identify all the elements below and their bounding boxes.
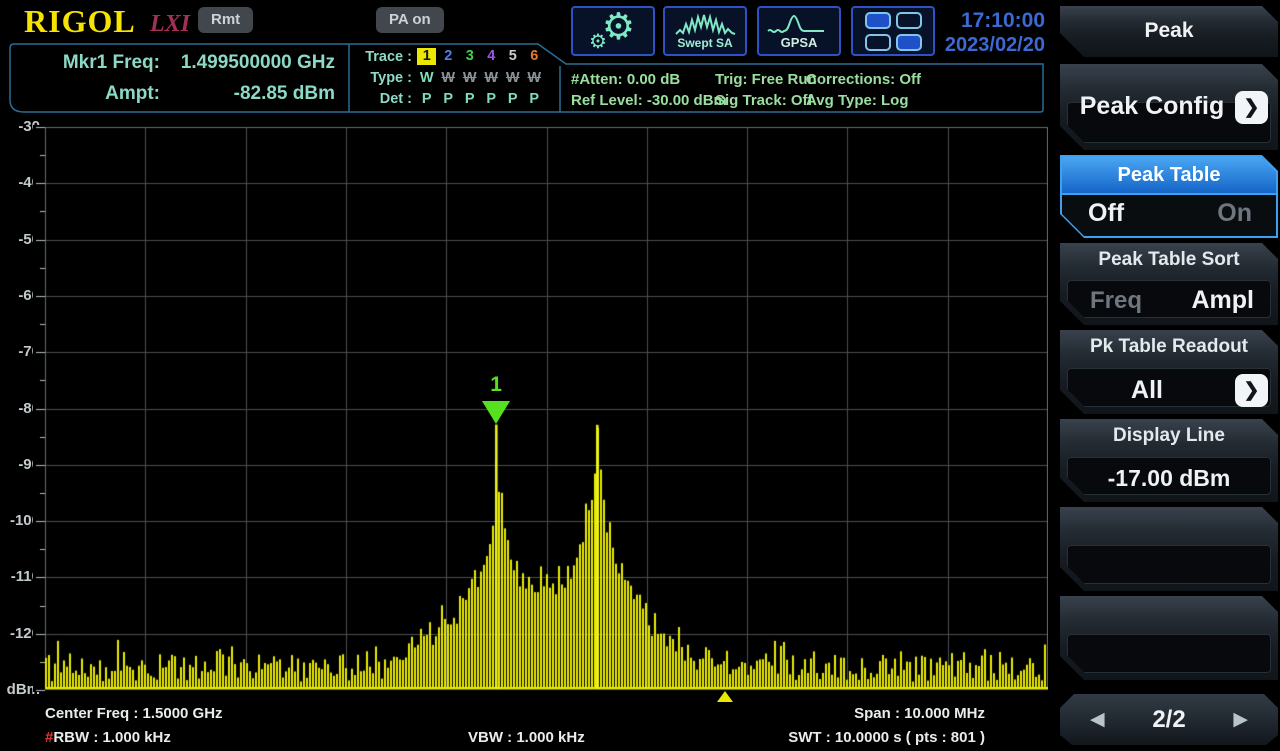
swt-readout: SWT : 10.0000 s ( pts : 801 ): [788, 729, 985, 746]
menu-title-label: Peak: [1060, 19, 1278, 43]
trace-det: P: [438, 91, 460, 107]
softkey-menu: Peak Peak Config ❯ Peak Table Off On Pea…: [1058, 0, 1280, 751]
sort-ampl-option[interactable]: Ampl: [1192, 286, 1255, 315]
corrections-readout: Corrections: Off: [806, 69, 921, 90]
trace-row-label: Trace :: [352, 49, 416, 65]
trace-type: W: [524, 70, 546, 86]
softkey-blank-2: [1060, 596, 1278, 680]
peak-config-label: Peak Config: [1060, 92, 1244, 121]
softkey-peak-table[interactable]: Peak Table Off On: [1060, 155, 1278, 238]
vbw-readout: VBW : 1.000 kHz: [468, 729, 585, 746]
settings-button[interactable]: ⚙ ⚙: [571, 6, 655, 56]
trace-type: W: [438, 70, 460, 86]
rigol-logo: RIGOL: [24, 3, 136, 40]
swept-sa-label: Swept SA: [677, 37, 732, 50]
trace-det: P: [502, 91, 524, 107]
trace-detectors: PPPPPP: [416, 91, 545, 107]
spectrum-plot: [33, 125, 1048, 692]
prev-page-icon[interactable]: ◀: [1090, 708, 1105, 731]
marker-1-triangle-icon[interactable]: [482, 401, 510, 424]
gpsa-label: GPSA: [781, 36, 818, 49]
settings-panel: #Atten: 0.00 dB Ref Level: -30.00 dBm Tr…: [563, 66, 1046, 112]
trace-type: W: [416, 70, 438, 86]
trace-det: P: [524, 91, 546, 107]
remote-badge[interactable]: Rmt: [198, 7, 253, 33]
marker-freq-value: 1.499500000 GHz: [160, 52, 347, 77]
spectrum-analyzer-screen: RIGOL LXI Rmt PA on Mkr1 Freq: 1.4995000…: [0, 0, 1280, 751]
pk-table-readout-header: Pk Table Readout: [1060, 336, 1278, 358]
sort-freq-option[interactable]: Freq: [1090, 287, 1142, 315]
trace-number[interactable]: 2: [438, 48, 460, 65]
menu-page-nav[interactable]: ◀ 2/2 ▶: [1060, 694, 1278, 745]
next-page-icon[interactable]: ▶: [1233, 708, 1248, 731]
trace-numbers[interactable]: 123456: [416, 48, 545, 65]
trace-number[interactable]: 1: [416, 48, 438, 65]
center-freq-readout: Center Freq : 1.5000 GHz: [45, 705, 223, 722]
rbw-readout: #RBW : 1.000 kHz: [45, 729, 171, 746]
trace-det: P: [416, 91, 438, 107]
lxi-logo: LXI: [150, 11, 190, 38]
ref-level-readout: Ref Level: -30.00 dBm: [571, 90, 727, 111]
trace-type: W: [502, 70, 524, 86]
spectrum-canvas: [33, 125, 1048, 692]
avg-type-readout: Avg Type: Log: [806, 90, 921, 111]
peak-table-sort-header: Peak Table Sort: [1060, 249, 1278, 271]
sig-track-readout: Sig Track: Off: [715, 90, 817, 111]
marker-ampt-value: -82.85 dBm: [160, 83, 347, 108]
softkey-peak-config[interactable]: Peak Config ❯: [1060, 64, 1278, 150]
trace-number[interactable]: 3: [459, 48, 481, 65]
span-readout: Span : 10.000 MHz: [854, 705, 985, 722]
trace-det: P: [481, 91, 503, 107]
date-readout: 2023/02/20: [845, 33, 1045, 57]
marker-1-label: 1: [482, 373, 510, 397]
marker-readout-panel: Mkr1 Freq: 1.499500000 GHz Ampt: -82.85 …: [10, 46, 347, 112]
gpsa-curve-icon: [766, 14, 832, 36]
trace-number[interactable]: 5: [502, 48, 524, 65]
trace-number[interactable]: 6: [524, 48, 546, 65]
page-indicator: 2/2: [1152, 706, 1185, 734]
pk-table-readout-value: All: [1060, 376, 1234, 405]
peak-table-header: Peak Table: [1062, 157, 1276, 193]
softkey-display-line[interactable]: Display Line -17.00 dBm: [1060, 419, 1278, 502]
det-row-label: Det :: [352, 91, 416, 107]
swept-sa-waveform-icon: [674, 13, 736, 37]
marker-ampt-label: Ampt:: [10, 83, 160, 108]
trace-det: P: [459, 91, 481, 107]
gear-icon: ⚙ ⚙: [583, 8, 643, 54]
bottom-indicator-triangle-icon: [717, 691, 733, 702]
trig-readout: Trig: Free Run: [715, 69, 817, 90]
trace-type: W: [481, 70, 503, 86]
display-line-header: Display Line: [1060, 425, 1278, 447]
trace-types: WWWWWW: [416, 70, 545, 86]
gpsa-mode-button[interactable]: GPSA: [757, 6, 841, 56]
submenu-arrow-icon: ❯: [1235, 91, 1268, 124]
trace-number[interactable]: 4: [481, 48, 503, 65]
submenu-arrow-icon: ❯: [1235, 374, 1268, 407]
softkey-pk-table-readout[interactable]: Pk Table Readout All ❯: [1060, 330, 1278, 414]
clock: 17:10:00 2023/02/20: [845, 8, 1045, 57]
type-row-label: Type :: [352, 70, 416, 86]
marker-freq-label: Mkr1 Freq:: [10, 52, 160, 77]
softkey-blank-1: [1060, 507, 1278, 591]
swept-sa-mode-button[interactable]: Swept SA: [663, 6, 747, 56]
time-readout: 17:10:00: [845, 8, 1045, 33]
trace-type: W: [459, 70, 481, 86]
peak-table-on-option[interactable]: On: [1217, 199, 1252, 228]
peak-table-off-option[interactable]: Off: [1088, 199, 1124, 228]
atten-readout: #Atten: 0.00 dB: [571, 69, 727, 90]
softkey-peak-table-sort[interactable]: Peak Table Sort Freq Ampl: [1060, 243, 1278, 325]
menu-title-peak: Peak: [1060, 6, 1278, 57]
display-line-value: -17.00 dBm: [1060, 465, 1278, 492]
trace-table-panel: Trace : 123456 Type : WWWWWW Det : PPPPP…: [352, 46, 558, 112]
preamp-on-badge[interactable]: PA on: [376, 7, 444, 33]
